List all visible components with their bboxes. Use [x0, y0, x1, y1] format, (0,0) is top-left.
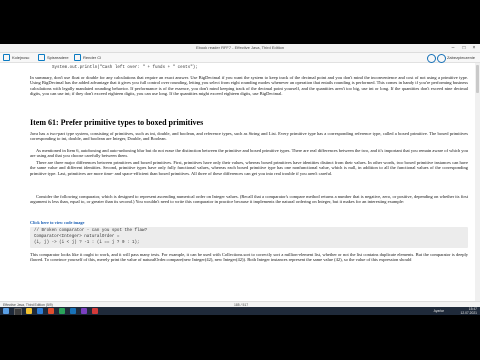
- reader-app-icon[interactable]: [70, 308, 76, 314]
- title-bar: Ebook reader RFF7 - Effective Java, Thir…: [0, 44, 480, 53]
- zoom-icon[interactable]: [427, 54, 436, 63]
- language-indicator[interactable]: Ayarlar: [434, 307, 444, 315]
- paragraph: As mentioned in Item 6, autoboxing and a…: [30, 148, 468, 159]
- settings-icon[interactable]: [437, 54, 446, 63]
- toolbar-item-label: Spisreadere: [47, 55, 69, 60]
- toolbar-item-label: Render Cl: [83, 55, 102, 60]
- browser-icon[interactable]: [37, 308, 43, 314]
- toolbar-item-order[interactable]: Kolejnosc: [3, 53, 29, 62]
- code-image-link[interactable]: Click here to view code image: [30, 220, 84, 225]
- scrollbar[interactable]: [475, 63, 480, 301]
- clock[interactable]: 15:47 12.07.2021: [460, 307, 477, 315]
- toolbar-item-label: Kolejnosc: [12, 55, 30, 60]
- scrollbar-thumb[interactable]: [476, 65, 479, 93]
- clock-date: 12.07.2021: [460, 311, 477, 315]
- toolbar: Kolejnosc Spisreadere Render Cl Zabezpie…: [0, 53, 480, 63]
- minimize-button[interactable]: –: [448, 44, 458, 52]
- close-button[interactable]: ×: [469, 44, 479, 52]
- search-icon[interactable]: [14, 308, 22, 315]
- maximize-button[interactable]: □: [459, 44, 469, 52]
- app-window: Ebook reader RFF7 - Effective Java, Thir…: [0, 44, 480, 315]
- paragraph: Java has a two-part type system, consist…: [30, 131, 468, 142]
- code-line: (i, j) -> (i < j) ? -1 : (i == j ? 0 : 1…: [34, 241, 140, 245]
- window-title: Ebook reader RFF7 - Effective Java, Thir…: [195, 45, 285, 50]
- app-icon[interactable]: [81, 308, 87, 314]
- paragraph: There are three major differences betwee…: [30, 160, 468, 176]
- app-icon[interactable]: [92, 308, 98, 314]
- code-line: System.out.println("Cash left over: " + …: [52, 66, 198, 70]
- render-icon: [74, 54, 81, 62]
- code-line: // Broken comparator - can you spot the …: [34, 229, 148, 233]
- code-line: Comparator<Integer> naturalOrder =: [34, 235, 120, 239]
- paragraph: This comparator looks like it ought to w…: [30, 252, 468, 263]
- code-block: // Broken comparator - can you spot the …: [30, 227, 468, 248]
- app-icon[interactable]: [48, 308, 54, 314]
- toolbar-item-contents[interactable]: Spisreadere: [38, 53, 69, 62]
- start-icon[interactable]: [3, 308, 9, 314]
- list-icon: [3, 54, 10, 62]
- paragraph: Consider the following comparator, which…: [30, 194, 468, 205]
- section-heading: Item 61: Prefer primitive types to boxed…: [30, 118, 204, 127]
- toolbar-item-render[interactable]: Render Cl: [74, 53, 101, 62]
- folder-icon[interactable]: [26, 308, 32, 314]
- contents-icon: [38, 54, 45, 62]
- toolbar-right-label[interactable]: Zabezpieczenie: [447, 53, 475, 62]
- taskbar: Ayarlar 15:47 12.07.2021: [0, 307, 480, 315]
- reader-content: System.out.println("Cash left over: " + …: [0, 63, 480, 301]
- paragraph: In summary, don't use float or double fo…: [30, 75, 468, 97]
- app-icon[interactable]: [59, 308, 65, 314]
